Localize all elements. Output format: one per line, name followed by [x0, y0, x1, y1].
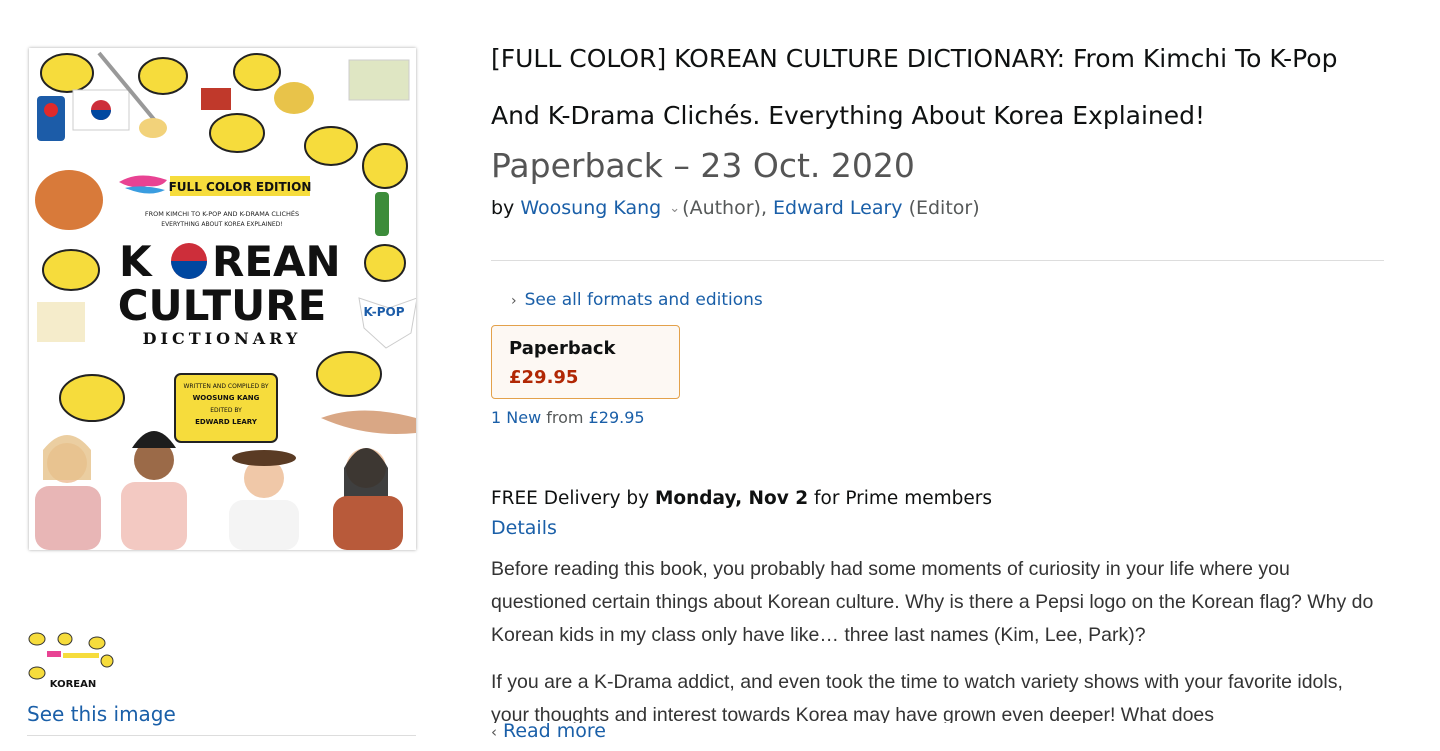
binding-date: Paperback – 23 Oct. 2020 — [491, 146, 915, 185]
byline-by: by — [491, 197, 515, 219]
cover-title-dictionary: DICTIONARY — [143, 329, 302, 348]
delivery-prefix: FREE Delivery by — [491, 488, 650, 509]
cover-kpop-badge: K-POP — [363, 305, 404, 319]
read-more-label: Read more — [503, 720, 606, 742]
editor-link[interactable]: Edward Leary — [773, 197, 902, 219]
see-this-image-link[interactable]: See this image — [27, 702, 176, 726]
thumbnail-title: KOREAN — [50, 679, 96, 690]
product-title: [FULL COLOR] KOREAN CULTURE DICTIONARY: … — [491, 44, 1338, 130]
format-option-paperback[interactable]: Paperback £29.95 — [491, 325, 680, 399]
cover-title-culture: CULTURE — [118, 281, 327, 330]
see-all-formats-link[interactable]: › See all formats and editions — [511, 290, 763, 310]
author-link[interactable]: Woosung Kang — [520, 197, 661, 219]
editor-role: (Editor) — [908, 197, 980, 219]
delivery-message: FREE Delivery by Monday, Nov 2 for Prime… — [491, 488, 992, 509]
delivery-date: Monday, Nov 2 — [655, 488, 809, 509]
format-name: Paperback — [509, 338, 616, 359]
format-price: £29.95 — [509, 367, 579, 388]
section-divider — [491, 260, 1384, 261]
chevron-left-icon: ‹ — [491, 723, 497, 741]
cover-title-rean: REAN — [212, 237, 341, 286]
author-role: (Author), — [682, 197, 767, 219]
description-paragraph-2: If you are a K-Drama addict, and even to… — [491, 671, 1343, 723]
cover-tagline-1: FROM KIMCHI TO K-POP AND K-DRAMA CLICHÉS — [145, 209, 299, 218]
see-all-formats-label: See all formats and editions — [524, 290, 763, 310]
chevron-down-icon[interactable]: ⌄ — [669, 201, 680, 216]
cover-tagline-2: EVERYTHING ABOUT KOREA EXPLAINED! — [161, 221, 282, 228]
cover-credit-3: EDITED BY — [210, 407, 242, 414]
cover-credit-4: EDWARD LEARY — [195, 418, 258, 426]
cover-artwork: FULL COLOR EDITION FROM KIMCHI TO K-POP … — [29, 48, 416, 550]
read-more-link[interactable]: ‹ Read more — [491, 720, 606, 742]
offers-from: from — [546, 408, 584, 427]
thumbnail-artwork: KOREAN — [27, 631, 117, 693]
book-cover-image[interactable]: FULL COLOR EDITION FROM KIMCHI TO K-POP … — [29, 48, 416, 550]
cover-credit-2: WOOSUNG KANG — [193, 394, 260, 402]
delivery-details-link[interactable]: Details — [491, 517, 557, 539]
cover-thumbnail[interactable]: KOREAN — [27, 631, 117, 693]
offers-price-link[interactable]: £29.95 — [589, 408, 645, 427]
product-description: Before reading this book, you probably h… — [491, 553, 1381, 723]
delivery-suffix: for Prime members — [814, 488, 992, 509]
cover-credit-1: WRITTEN AND COMPILED BY — [184, 383, 269, 390]
cover-title-k: K — [119, 237, 153, 286]
description-paragraph-1: Before reading this book, you probably h… — [491, 558, 1374, 646]
cover-edition-badge: FULL COLOR EDITION — [169, 180, 312, 194]
byline: by Woosung Kang ⌄ (Author), Edward Leary (… — [491, 197, 980, 219]
new-offers-link[interactable]: 1 New — [491, 408, 541, 427]
offers-summary: 1 New from £29.95 — [491, 408, 645, 427]
chevron-right-icon: › — [511, 293, 517, 309]
left-divider — [27, 735, 416, 736]
